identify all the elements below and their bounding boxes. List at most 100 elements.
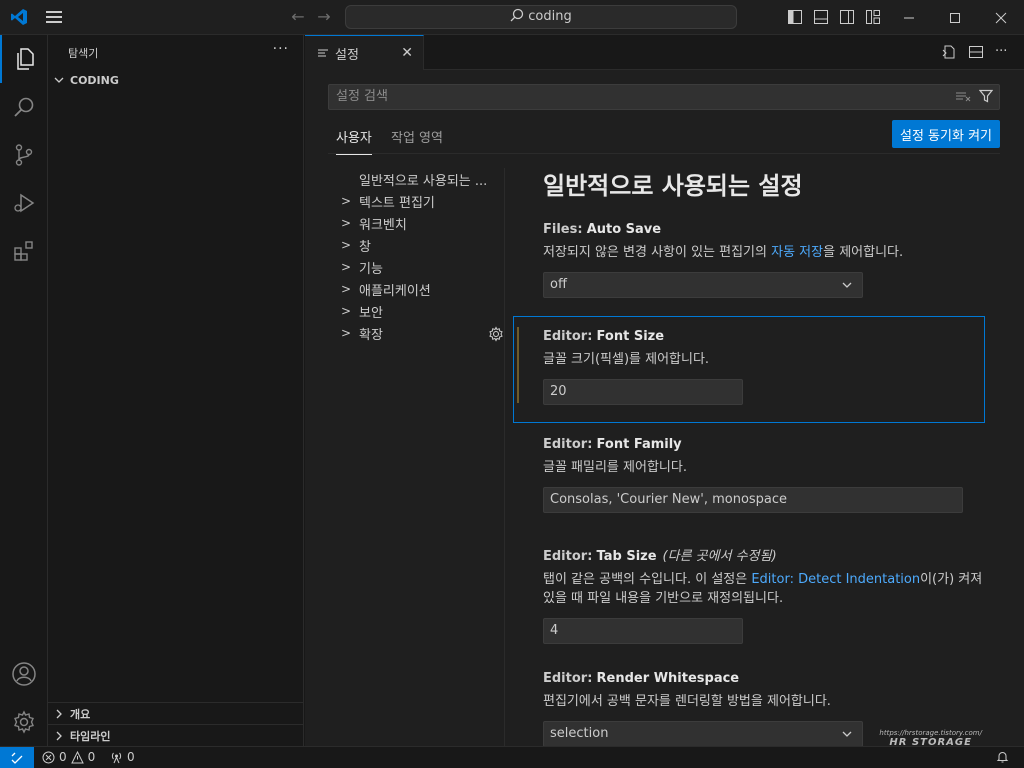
tab-settings[interactable]: 설정 ✕ <box>305 35 424 70</box>
chevron-right-icon <box>56 709 62 718</box>
back-arrow-icon[interactable]: ← <box>288 7 308 27</box>
remote-icon <box>11 752 23 764</box>
source-control-button[interactable] <box>0 131 48 179</box>
tab-user[interactable]: 사용자 <box>336 127 372 155</box>
notifications-button[interactable] <box>996 750 1009 763</box>
gear-icon[interactable] <box>488 326 504 342</box>
activity-bar <box>0 35 48 746</box>
toc-item-extensions[interactable]: > 확장 <box>328 322 504 344</box>
clear-filter-icon[interactable] <box>955 89 971 103</box>
split-editor-icon[interactable] <box>968 44 984 60</box>
hamburger-menu-icon[interactable] <box>44 9 64 25</box>
explorer-button[interactable] <box>0 35 48 83</box>
extensions-button[interactable] <box>0 227 48 275</box>
select-value: off <box>550 277 567 292</box>
chevron-right-icon: > <box>341 260 352 274</box>
files-icon <box>17 48 34 70</box>
toc-item-label: 보안 <box>359 305 383 321</box>
close-tab-button[interactable]: ✕ <box>401 45 413 61</box>
chevron-right-icon: > <box>341 304 352 318</box>
run-debug-button[interactable] <box>0 179 48 227</box>
problems-indicator[interactable]: 0 0 <box>42 750 95 764</box>
workspace-folder[interactable]: CODING <box>52 73 119 87</box>
tab-size-input[interactable]: 4 <box>543 618 743 644</box>
setting-editor-tab-size: Editor: Tab Size (다른 곳에서 수정됨) 탭이 같은 공백의 수… <box>543 545 1015 644</box>
toc-item-label: 기능 <box>359 261 383 277</box>
toggle-panel-icon[interactable] <box>813 9 829 25</box>
settings-search-placeholder: 설정 검색 <box>336 89 388 104</box>
setting-category: Files: <box>543 222 583 237</box>
render-whitespace-select[interactable]: selection <box>543 721 863 746</box>
more-actions-button[interactable]: ··· <box>273 41 289 57</box>
command-center-search[interactable]: coding <box>345 5 737 29</box>
tab-label: 설정 <box>335 47 359 63</box>
minimize-button[interactable] <box>886 0 932 35</box>
sidebar-section-label: 개요 <box>70 707 91 721</box>
sync-settings-button[interactable]: 설정 동기화 켜기 <box>892 120 1000 148</box>
command-center-text: coding <box>528 9 572 24</box>
setting-title: Editor: Tab Size (다른 곳에서 수정됨) <box>543 545 1015 564</box>
editor-tabs-bar: 설정 ✕ ··· <box>305 35 1024 70</box>
setting-title: Editor: Render Whitespace <box>543 671 1015 686</box>
tab-workspace[interactable]: 작업 영역 <box>391 127 443 146</box>
settings-editor: 설정 검색 사용자 작업 영역 설정 동기화 켜기 일반적으로 사용되는 ...… <box>305 70 1024 746</box>
customize-layout-icon[interactable] <box>865 9 881 25</box>
toggle-primary-sidebar-icon[interactable] <box>787 9 803 25</box>
chevron-down-icon <box>842 731 852 737</box>
search-view-button[interactable] <box>0 83 48 131</box>
title-bar: ← → coding <box>0 0 1024 35</box>
manage-button[interactable] <box>0 698 48 746</box>
setting-description: 편집기에서 공백 문자를 렌더링할 방법을 제어합니다. <box>543 694 831 709</box>
chevron-down-icon <box>842 282 852 288</box>
setting-description: 글꼴 크기(픽셀)를 제어합니다. <box>543 352 710 367</box>
setting-name: Tab Size <box>596 549 657 564</box>
toc-item-commonly-used[interactable]: 일반적으로 사용되는 ... <box>328 168 504 190</box>
setting-name: Font Size <box>596 329 665 344</box>
toggle-secondary-sidebar-icon[interactable] <box>839 9 855 25</box>
chevron-down-icon <box>54 77 64 83</box>
open-settings-json-icon[interactable] <box>941 44 957 60</box>
accounts-button[interactable] <box>0 650 48 698</box>
select-value: selection <box>550 726 609 741</box>
minimize-icon <box>904 17 914 18</box>
remote-indicator-button[interactable] <box>0 747 34 768</box>
close-window-button[interactable] <box>978 0 1024 35</box>
setting-editor-font-size: Editor: Font Size 글꼴 크기(픽셀)를 제어합니다. 20 <box>543 329 1015 405</box>
setting-category: Editor: <box>543 671 593 686</box>
detect-indentation-link[interactable]: Editor: Detect Indentation <box>751 572 920 587</box>
forward-arrow-icon[interactable]: → <box>314 7 334 27</box>
more-actions-button[interactable]: ··· <box>995 44 1011 60</box>
setting-files-auto-save: Files: Auto Save 저장되지 않은 변경 사항이 있는 편집기의 … <box>543 222 1015 298</box>
setting-name: Font Family <box>596 437 682 452</box>
auto-save-link[interactable]: 자동 저장 <box>771 245 823 260</box>
font-family-input[interactable]: Consolas, 'Courier New', monospace <box>543 487 963 513</box>
settings-search-input[interactable]: 설정 검색 <box>328 84 1000 110</box>
setting-category: Editor: <box>543 549 593 564</box>
toc-item-security[interactable]: > 보안 <box>328 300 504 322</box>
setting-description: 저장되지 않은 변경 사항이 있는 편집기의 자동 저장을 제어합니다. <box>543 243 1015 262</box>
toc-item-window[interactable]: > 창 <box>328 234 504 256</box>
error-icon <box>42 751 55 763</box>
toc-item-workbench[interactable]: > 워크벤치 <box>328 212 504 234</box>
explorer-sidebar: 탐색기 ··· CODING 개요 타임라인 <box>48 35 304 746</box>
chevron-right-icon: > <box>341 194 352 208</box>
auto-save-select[interactable]: off <box>543 272 863 298</box>
run-debug-icon <box>14 193 35 213</box>
chevron-right-icon: > <box>341 238 352 252</box>
toc-item-text-editor[interactable]: > 텍스트 편집기 <box>328 190 504 212</box>
sidebar-section-outline[interactable]: 개요 <box>48 702 304 724</box>
toc-item-application[interactable]: > 애플리케이션 <box>328 278 504 300</box>
ports-indicator[interactable]: 0 <box>110 750 135 764</box>
toc-item-features[interactable]: > 기능 <box>328 256 504 278</box>
warning-icon <box>70 750 84 763</box>
sidebar-section-label: 타임라인 <box>70 729 111 743</box>
font-size-input[interactable]: 20 <box>543 379 743 405</box>
toc-item-label: 텍스트 편집기 <box>359 195 435 211</box>
modified-elsewhere-indicator[interactable]: (다른 곳에서 수정됨) <box>663 549 777 564</box>
search-icon <box>510 8 524 22</box>
maximize-button[interactable] <box>932 0 978 35</box>
sidebar-section-timeline[interactable]: 타임라인 <box>48 724 304 746</box>
maximize-icon <box>950 12 960 23</box>
setting-category: Editor: <box>543 437 593 452</box>
filter-icon[interactable] <box>979 89 993 103</box>
